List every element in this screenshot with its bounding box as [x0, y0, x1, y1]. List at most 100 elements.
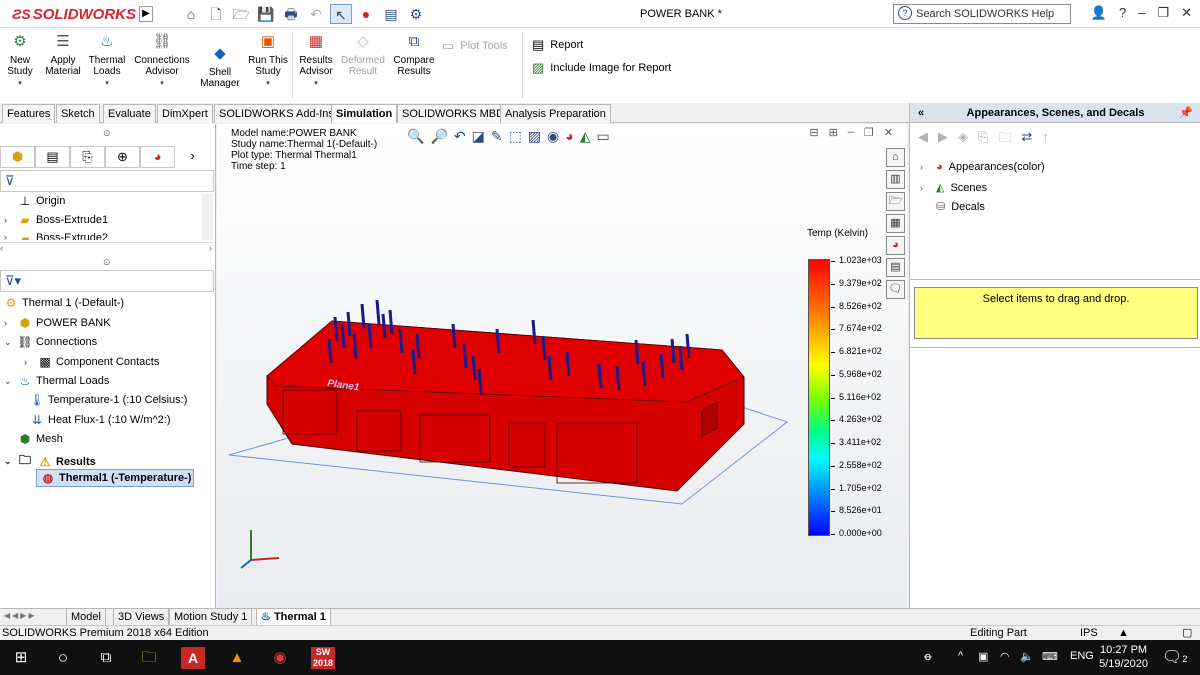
- feature-tree-scrollbar[interactable]: [202, 194, 213, 240]
- pin-icon[interactable]: 📌: [1179, 103, 1193, 123]
- keyboard-icon[interactable]: ⌨: [1042, 650, 1058, 663]
- tab-3d-views[interactable]: 3D Views: [113, 609, 170, 626]
- status-messages-icon[interactable]: ▢: [1182, 626, 1192, 640]
- tree-item-component-contacts[interactable]: › ▩ Component Contacts: [24, 355, 159, 369]
- design-library-icon[interactable]: ▥: [886, 170, 905, 189]
- rebuild-icon[interactable]: ●: [355, 4, 377, 24]
- user-icon[interactable]: 👤: [1091, 5, 1107, 21]
- cortana-search-icon[interactable]: ○: [51, 647, 75, 669]
- tab-motion-study[interactable]: Motion Study 1: [169, 609, 253, 626]
- people-icon[interactable]: ꝋ: [924, 650, 932, 663]
- compare-results-button[interactable]: ⧉ Compare Results: [392, 32, 436, 77]
- minimize-icon[interactable]: –: [1138, 5, 1145, 21]
- file-explorer-taskbar-icon[interactable]: 🗀: [137, 647, 161, 669]
- tree-item-heat-flux[interactable]: ⇊ Heat Flux-1 (:10 W/m^2:): [28, 413, 171, 427]
- property-manager-tab-icon[interactable]: ▤: [35, 146, 70, 168]
- tree-item-mesh[interactable]: ⬢ Mesh: [4, 432, 63, 446]
- tab-dimxpert[interactable]: DimXpert: [157, 104, 213, 123]
- panel-grip[interactable]: ⊙: [103, 257, 111, 268]
- tab-simulation[interactable]: Simulation: [331, 104, 398, 123]
- help-icon[interactable]: ?: [1119, 5, 1126, 21]
- new-study-button[interactable]: ⚙ New Study ▾: [6, 32, 34, 89]
- plot-tools-button[interactable]: ▭ Plot Tools: [442, 38, 508, 54]
- file-explorer-icon[interactable]: 🗁: [886, 192, 905, 211]
- decals-item[interactable]: ⛁ Decals: [920, 200, 985, 214]
- tab-thermal1[interactable]: ♨ Thermal 1: [256, 609, 331, 626]
- tree-item-boss-extrude2[interactable]: › ▰ Boss-Extrude2: [4, 232, 108, 240]
- dropdown-arrow-icon[interactable]: ▾: [296, 78, 336, 89]
- undo-icon[interactable]: ↶: [305, 4, 327, 24]
- feature-filter-icon[interactable]: ⊽: [0, 170, 214, 192]
- restore-icon[interactable]: ❐: [1157, 5, 1169, 21]
- units-selector[interactable]: IPS: [1080, 626, 1098, 640]
- thermal-loads-button[interactable]: ♨ Thermal Loads ▾: [88, 32, 126, 89]
- tab-features[interactable]: Features: [2, 104, 56, 123]
- home-icon[interactable]: ⌂: [180, 4, 202, 24]
- appearances-icon[interactable]: ◕: [886, 236, 905, 255]
- menu-expand-arrow[interactable]: ▶: [139, 6, 153, 22]
- units-arrow-icon[interactable]: ▲: [1118, 626, 1129, 640]
- chrome-icon[interactable]: ◉: [268, 647, 292, 669]
- panel-grip[interactable]: ⊙: [103, 128, 111, 139]
- dropdown-arrow-icon[interactable]: ▾: [6, 78, 34, 89]
- tab-model[interactable]: Model: [66, 609, 106, 626]
- deformed-result-button[interactable]: ◇ Deformed Result: [340, 32, 386, 77]
- options-gear-icon[interactable]: ⚙: [405, 4, 427, 24]
- select-icon[interactable]: ↖: [330, 4, 352, 24]
- scenes-item[interactable]: › ◭ Scenes: [920, 181, 987, 195]
- refresh-icon[interactable]: ⇄: [1021, 129, 1032, 151]
- dropdown-arrow-icon[interactable]: ▾: [88, 78, 126, 89]
- dimxpert-tab-icon[interactable]: ⊕: [105, 146, 140, 168]
- back-icon[interactable]: ◀: [918, 129, 928, 151]
- expand-arrow-icon[interactable]: ›: [4, 318, 16, 328]
- tree-item-connections[interactable]: ⌄ ⛓ Connections: [4, 335, 97, 349]
- collapse-arrow-icon[interactable]: ⌄: [4, 376, 16, 387]
- chevron-right-icon[interactable]: ›: [175, 146, 210, 168]
- tree-item-part[interactable]: › ⬢ POWER BANK: [4, 316, 111, 330]
- horizontal-scrollbar[interactable]: ‹ ›: [0, 242, 214, 254]
- graphics-area[interactable]: Model name:POWER BANK Study name:Thermal…: [217, 124, 907, 608]
- notifications-icon[interactable]: 🗨2: [1162, 647, 1187, 667]
- apply-material-button[interactable]: ☰ Apply Material: [42, 32, 84, 77]
- vlc-icon[interactable]: ▲: [225, 647, 249, 669]
- task-home-icon[interactable]: ⌂: [886, 148, 905, 167]
- tab-analysis-preparation[interactable]: Analysis Preparation: [500, 104, 611, 123]
- save-icon[interactable]: 💾: [255, 4, 277, 24]
- tree-item-thermal1-result[interactable]: ◍ Thermal1 (-Temperature-): [36, 469, 195, 487]
- tree-item-origin[interactable]: ⊥ Origin: [4, 194, 66, 208]
- pane-divider[interactable]: [910, 347, 1200, 348]
- open-icon[interactable]: 🗁: [230, 4, 252, 24]
- expand-arrow-icon[interactable]: ›: [920, 162, 930, 172]
- results-advisor-button[interactable]: ▦ Results Advisor ▾: [296, 32, 336, 89]
- feature-tree-tab-icon[interactable]: ⬢: [0, 146, 35, 168]
- windows-start-icon[interactable]: ⊞: [9, 647, 33, 669]
- volume-icon[interactable]: 🔈: [1020, 650, 1034, 663]
- help-search-input[interactable]: ? Search SOLIDWORKS Help: [893, 4, 1071, 24]
- collapse-arrow-icon[interactable]: ⌄: [4, 456, 16, 467]
- file-properties-icon[interactable]: ▤: [380, 4, 402, 24]
- print-icon[interactable]: 🖶: [280, 4, 302, 24]
- tray-expand-icon[interactable]: ^: [958, 650, 963, 662]
- appearances-item[interactable]: › ◕ Appearances(color): [920, 161, 1045, 173]
- expand-arrow-icon[interactable]: ›: [4, 232, 16, 240]
- simulation-filter-icon[interactable]: ⊽▾: [0, 270, 214, 292]
- include-image-button[interactable]: ▨ Include Image for Report: [532, 60, 671, 76]
- collapse-pane-icon[interactable]: «: [918, 103, 924, 123]
- wifi-icon[interactable]: ◠: [1000, 650, 1010, 663]
- run-study-button[interactable]: ▣ Run This Study ▾: [246, 32, 290, 89]
- tab-scroll-arrows-icon[interactable]: ◀◀▶▶: [4, 611, 37, 620]
- tab-addins[interactable]: SOLIDWORKS Add-Ins: [214, 104, 339, 123]
- folder-icon[interactable]: 🗀: [998, 129, 1011, 151]
- report-button[interactable]: ▤ Report: [532, 37, 583, 53]
- display-manager-tab-icon[interactable]: ◕: [140, 146, 175, 168]
- forum-icon[interactable]: 🗨: [886, 280, 905, 299]
- new-document-icon[interactable]: 🗋: [205, 4, 227, 24]
- add-appearance-icon[interactable]: ◈: [958, 129, 968, 151]
- pane-divider[interactable]: [910, 279, 1200, 280]
- tree-item-boss-extrude1[interactable]: › ▰ Boss-Extrude1: [4, 213, 108, 227]
- task-view-icon[interactable]: ⧉: [94, 647, 118, 669]
- expand-arrow-icon[interactable]: ›: [920, 183, 930, 193]
- collapse-arrow-icon[interactable]: ⌄: [4, 337, 16, 348]
- language-indicator[interactable]: ENG: [1070, 650, 1094, 662]
- tab-sketch[interactable]: Sketch: [56, 104, 100, 123]
